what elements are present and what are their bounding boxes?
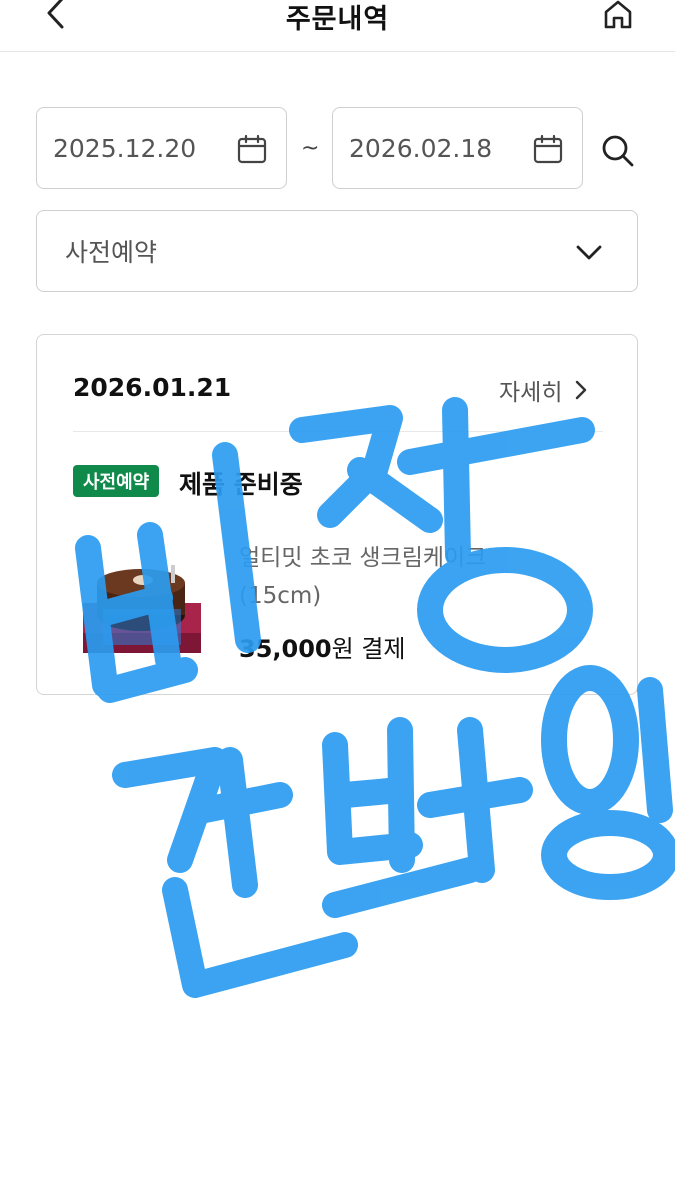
order-detail-link[interactable]: 자세히 (499, 373, 588, 407)
order-type-select[interactable]: 사전예약 (36, 210, 638, 292)
page-title: 주문내역 (285, 4, 390, 35)
chevron-down-icon (576, 245, 602, 260)
date-range-separator: ~ (301, 136, 320, 161)
order-price: 35,000 (239, 635, 332, 663)
order-status: 제품 준비중 (179, 470, 303, 499)
home-icon (604, 0, 632, 29)
back-button[interactable] (38, 0, 72, 30)
price-line: 35,000원 결제 (239, 629, 406, 664)
app-header: 주문내역 (0, 0, 675, 52)
home-button[interactable] (600, 0, 636, 32)
order-history-screen: 주문내역 2025.12.20 ~ 2026.02.18 사전예약 2026.0… (0, 0, 675, 1200)
price-suffix: 원 결제 (331, 635, 406, 663)
start-date-value: 2025.12.20 (53, 133, 197, 163)
product-name: 얼티밋 초코 생크림케이크 (15cm) (239, 545, 487, 609)
calendar-icon (237, 134, 267, 164)
end-date-field[interactable]: 2026.02.18 (332, 107, 583, 189)
calendar-icon (533, 134, 563, 164)
search-icon[interactable] (600, 133, 636, 169)
reservation-badge: 사전예약 (73, 465, 160, 497)
start-date-field[interactable]: 2025.12.20 (36, 107, 287, 189)
order-type-value: 사전예약 (65, 238, 158, 267)
product-image (83, 565, 201, 653)
chevron-left-icon (47, 0, 64, 29)
order-card: 2026.01.21 자세히 사전예약 제품 준비중 얼티밋 초코 생크림케이크… (36, 334, 638, 695)
end-date-value: 2026.02.18 (349, 133, 493, 163)
order-date: 2026.01.21 (73, 373, 232, 402)
chevron-right-icon (576, 380, 587, 400)
detail-label: 자세히 (499, 380, 563, 406)
card-divider (73, 431, 603, 432)
